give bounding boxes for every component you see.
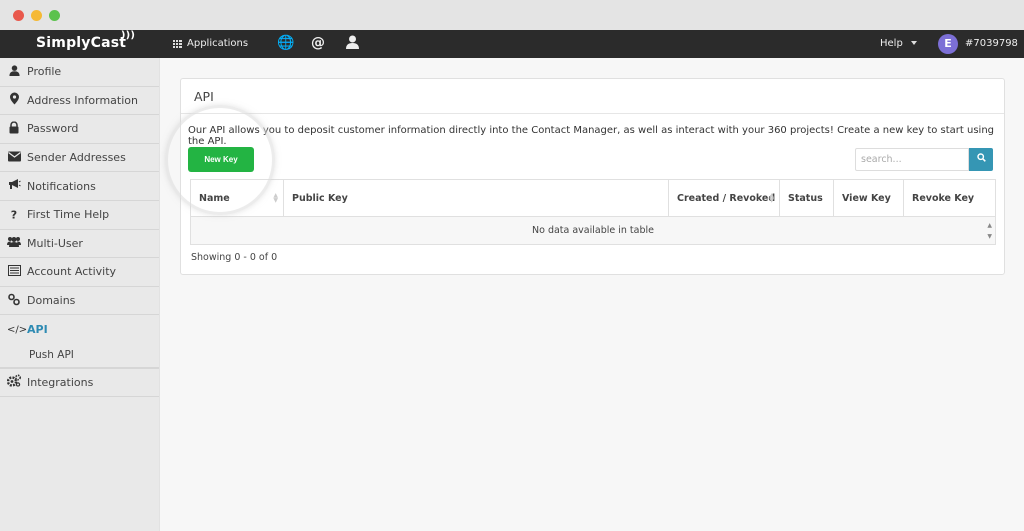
sidebar-item-label: API — [27, 323, 48, 337]
logo-text: SimplyCast — [36, 35, 127, 51]
sidebar-item-address-information[interactable]: Address Information — [0, 87, 159, 116]
column-label: Name — [199, 192, 230, 204]
bullhorn-icon — [7, 179, 21, 193]
sidebar-item-notifications[interactable]: Notifications — [0, 172, 159, 201]
sidebar-item-api[interactable]: </> API — [0, 315, 159, 344]
sidebar-item-label: Profile — [27, 65, 62, 79]
column-status[interactable]: Status — [779, 179, 834, 217]
user-icon[interactable] — [346, 35, 359, 53]
empty-message-text: No data available in table — [532, 225, 654, 236]
code-icon: </> — [7, 324, 28, 336]
column-label: Created / Revoked — [677, 192, 776, 204]
table-info: Showing 0 - 0 of 0 — [191, 252, 278, 263]
column-created-revoked[interactable]: Created / Revoked ▲ ▼ — [668, 179, 780, 217]
top-navigation: SimplyCast))) Applications 🌐 @ Help E #7… — [0, 30, 1024, 58]
signal-icon: ))) — [120, 30, 136, 41]
column-label: View Key — [842, 192, 891, 204]
api-description: Our API allows you to deposit customer i… — [188, 125, 995, 147]
sidebar-item-multi-user[interactable]: Multi-User — [0, 230, 159, 259]
link-icon — [7, 293, 21, 308]
table-scrollbar[interactable]: ▲ ▼ — [987, 220, 992, 242]
user-icon — [7, 65, 21, 79]
close-window-button[interactable] — [13, 10, 24, 21]
column-revoke-key[interactable]: Revoke Key — [903, 179, 996, 217]
api-panel: API Our API allows you to deposit custom… — [180, 78, 1005, 275]
column-label: Status — [788, 192, 823, 204]
sidebar-item-label: Address Information — [27, 93, 138, 107]
avatar[interactable]: E — [938, 34, 958, 54]
column-view-key[interactable]: View Key — [833, 179, 904, 217]
sidebar-item-label: Domains — [27, 294, 76, 308]
at-icon[interactable]: @ — [311, 35, 325, 51]
sidebar-item-domains[interactable]: Domains — [0, 287, 159, 316]
map-marker-icon — [7, 92, 21, 108]
table-header-row: Name ▲ ▼ Public Key Created / Revoked ▲ ▼ St… — [190, 179, 996, 217]
column-label: Revoke Key — [912, 192, 975, 204]
caret-down-icon — [910, 41, 917, 45]
sort-icon: ▲ ▼ — [273, 192, 278, 204]
column-label: Public Key — [292, 192, 348, 204]
applications-menu[interactable]: Applications — [173, 38, 248, 49]
help-menu[interactable]: Help — [880, 38, 917, 49]
simplycast-logo[interactable]: SimplyCast))) — [36, 30, 135, 51]
sidebar-item-password[interactable]: Password — [0, 115, 159, 144]
sidebar-item-label: Account Activity — [27, 265, 117, 279]
new-key-button[interactable]: New Key — [188, 147, 254, 172]
question-icon: ? — [10, 208, 18, 222]
api-keys-table: Name ▲ ▼ Public Key Created / Revoked ▲ ▼ St… — [190, 179, 996, 245]
search-button[interactable] — [969, 148, 993, 171]
lock-icon — [7, 121, 21, 136]
search-input[interactable] — [855, 148, 969, 171]
list-alt-icon — [7, 264, 21, 279]
envelope-icon — [7, 151, 21, 164]
sidebar-item-label: Push API — [29, 349, 74, 362]
help-label: Help — [880, 38, 903, 49]
sidebar-item-label: Notifications — [27, 179, 96, 193]
sidebar-item-label: Sender Addresses — [27, 151, 126, 165]
column-public-key[interactable]: Public Key — [283, 179, 669, 217]
sidebar-item-first-time-help[interactable]: ? First Time Help — [0, 201, 159, 230]
sidebar-item-profile[interactable]: Profile — [0, 58, 159, 87]
sidebar-item-label: Multi-User — [27, 236, 83, 250]
table-row: No data available in table ▲ ▼ — [190, 216, 996, 245]
sidebar-item-label: First Time Help — [27, 208, 110, 222]
settings-sidebar: Profile Address Information Password Sen… — [0, 58, 160, 531]
cogs-icon — [6, 374, 22, 390]
sidebar-item-label: Integrations — [27, 375, 94, 389]
sidebar-item-account-activity[interactable]: Account Activity — [0, 258, 159, 287]
minimize-window-button[interactable] — [31, 10, 42, 21]
sidebar-item-integrations[interactable]: Integrations — [0, 367, 159, 397]
empty-table-message: No data available in table ▲ ▼ — [190, 216, 996, 245]
sidebar-item-sender-addresses[interactable]: Sender Addresses — [0, 144, 159, 173]
applications-label: Applications — [187, 38, 249, 49]
account-id[interactable]: #7039798 — [965, 38, 1018, 49]
column-name[interactable]: Name ▲ ▼ — [190, 179, 284, 217]
window-titlebar — [0, 0, 1024, 30]
maximize-window-button[interactable] — [49, 10, 60, 21]
sidebar-item-label: Password — [27, 122, 79, 136]
search-icon — [976, 153, 986, 165]
panel-title: API — [181, 79, 1004, 114]
grid-icon — [173, 39, 182, 48]
sidebar-item-push-api[interactable]: Push API — [0, 344, 159, 368]
globe-icon[interactable]: 🌐 — [277, 35, 294, 51]
sort-icon: ▲ ▼ — [769, 192, 774, 204]
users-icon — [7, 236, 21, 250]
